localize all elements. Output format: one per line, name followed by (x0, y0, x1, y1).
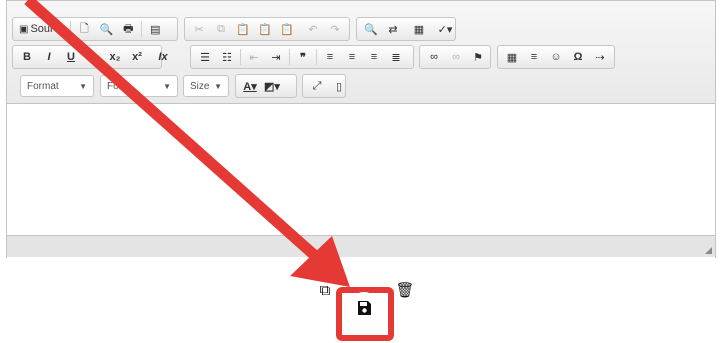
special-char-icon[interactable]: Ω (567, 48, 589, 66)
chevron-down-icon: ▼ (163, 81, 171, 91)
toolbar-group-search: 🔍 ⇄ ▦ ✓▾ (356, 17, 456, 41)
align-center-icon[interactable]: ≡ (341, 48, 363, 66)
toolbar-group-tools: ⤢ ▯ (302, 74, 346, 98)
floppy-disk-icon (358, 301, 371, 315)
toolbar-group-clipboard: ✂ ⧉ 📋 📋 📋 ↶ ↷ (184, 17, 350, 41)
preview-icon[interactable]: 🔍 (95, 20, 117, 38)
text-color-icon[interactable]: A▾ (239, 77, 261, 95)
redo-icon[interactable]: ↷ (324, 20, 346, 38)
print-icon[interactable]: 🖶 (117, 20, 139, 38)
smiley-icon[interactable]: ☺ (545, 48, 567, 66)
paste-text-icon[interactable]: 📋 (254, 20, 276, 38)
save-button[interactable] (348, 292, 380, 324)
paste-word-icon[interactable]: 📋 (276, 20, 298, 38)
editor-toolbar: ▣ Source 🗋 🔍 🖶 ▤ ✂ ⧉ 📋 📋 📋 ↶ ↷ 🔍 ⇄ ▦ ✓▾ … (7, 1, 715, 104)
select-all-icon[interactable]: ▦ (408, 20, 430, 38)
trash-icon: 🗑 (395, 282, 415, 299)
unlink-icon[interactable]: ∞ (445, 48, 467, 66)
underline-icon[interactable]: U (60, 48, 82, 66)
background-color-icon[interactable]: ◩▾ (261, 77, 283, 95)
outdent-icon[interactable]: ⇤ (243, 48, 265, 66)
numbered-list-icon[interactable]: ☰ (194, 48, 216, 66)
rich-text-editor: ▣ Source 🗋 🔍 🖶 ▤ ✂ ⧉ 📋 📋 📋 ↶ ↷ 🔍 ⇄ ▦ ✓▾ … (6, 0, 716, 266)
bulleted-list-icon[interactable]: ☷ (216, 48, 238, 66)
copy-icon: ⧉ (319, 281, 331, 299)
anchor-icon[interactable]: ⚑ (467, 48, 489, 66)
remove-format-icon[interactable]: Ix (152, 48, 174, 66)
bold-icon[interactable]: B (16, 48, 38, 66)
spellcheck-icon[interactable]: ✓▾ (434, 20, 456, 38)
source-icon: ▣ (19, 23, 29, 35)
horizontal-rule-icon[interactable]: ≡ (523, 48, 545, 66)
align-right-icon[interactable]: ≡ (363, 48, 385, 66)
toolbar-group-insert: ▦ ≡ ☺ Ω ⇢ (497, 45, 615, 69)
toolbar-group-paragraph: ☰ ☷ ⇤ ⇥ ❞ ≡ ≡ ≡ ≣ (190, 45, 414, 69)
find-icon[interactable]: 🔍 (360, 20, 382, 38)
cut-icon[interactable]: ✂ (188, 20, 210, 38)
toolbar-group-document: ▣ Source 🗋 🔍 🖶 ▤ (12, 17, 178, 41)
source-label: Source (30, 23, 66, 35)
templates-icon[interactable]: ▤ (144, 20, 166, 38)
italic-icon[interactable]: I (38, 48, 60, 66)
page-break-icon[interactable]: ⇢ (589, 48, 611, 66)
maximize-icon[interactable]: ⤢ (306, 77, 328, 95)
editor-statusbar (7, 235, 715, 257)
toolbar-group-basicstyles: B I U S x₂ x² Ix (12, 45, 168, 69)
link-icon[interactable]: ∞ (423, 48, 445, 66)
font-dropdown[interactable]: Font ▼ (100, 75, 178, 97)
superscript-icon[interactable]: x² (126, 48, 148, 66)
indent-icon[interactable]: ⇥ (265, 48, 287, 66)
subscript-icon[interactable]: x₂ (104, 48, 126, 66)
copy-icon[interactable]: ⧉ (210, 20, 232, 38)
toolbar-group-colors: A▾ ◩▾ (235, 74, 297, 98)
paste-icon[interactable]: 📋 (232, 20, 254, 38)
align-justify-icon[interactable]: ≣ (385, 48, 407, 66)
blockquote-icon[interactable]: ❞ (292, 48, 314, 66)
resize-handle-icon[interactable] (705, 247, 712, 254)
source-button[interactable]: ▣ Source (16, 20, 68, 38)
size-label: Size (190, 80, 210, 92)
strikethrough-icon[interactable]: S (82, 48, 104, 66)
show-blocks-icon[interactable]: ▯ (328, 77, 350, 95)
chevron-down-icon: ▼ (79, 81, 87, 91)
align-left-icon[interactable]: ≡ (319, 48, 341, 66)
new-page-icon[interactable]: 🗋 (73, 20, 95, 38)
format-label: Format (27, 80, 59, 92)
font-label: Font (107, 80, 128, 92)
chevron-down-icon: ▼ (214, 81, 222, 91)
replace-icon[interactable]: ⇄ (382, 20, 404, 38)
format-dropdown[interactable]: Format ▼ (20, 75, 94, 97)
size-dropdown[interactable]: Size ▼ (183, 75, 229, 97)
undo-icon[interactable]: ↶ (302, 20, 324, 38)
toolbar-group-links: ∞ ∞ ⚑ (419, 45, 491, 69)
table-icon[interactable]: ▦ (501, 48, 523, 66)
